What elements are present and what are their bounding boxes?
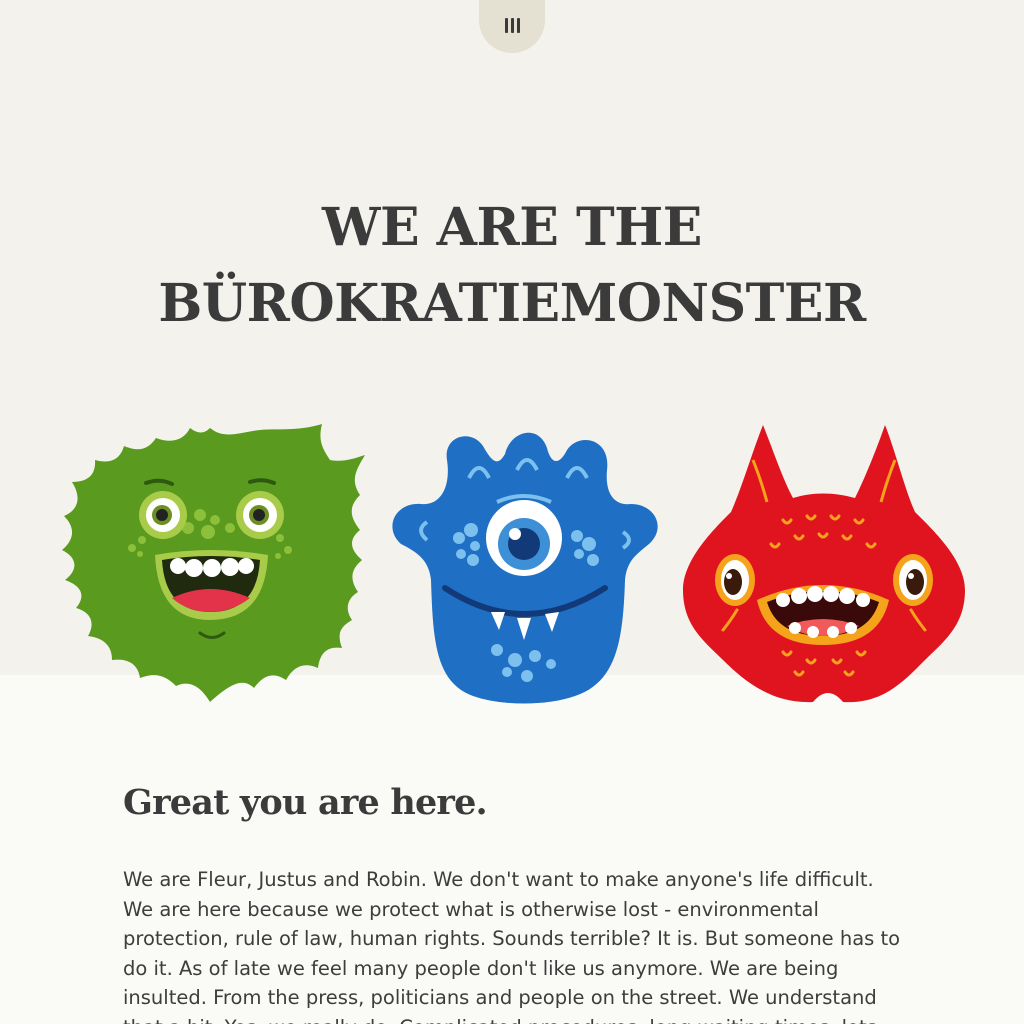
intro-paragraph: We are Fleur, Justus and Robin. We don't… bbox=[123, 868, 901, 1024]
menu-bars-icon bbox=[504, 18, 520, 33]
blue-monster-icon bbox=[392, 432, 658, 704]
green-monster-icon bbox=[62, 424, 365, 702]
intro-section: Great you are here. We are Fleur, Justus… bbox=[123, 775, 903, 1024]
monster-illustrations bbox=[0, 415, 1024, 705]
intro-heading: Great you are here. bbox=[123, 782, 488, 823]
hero-title-line-1: WE ARE THE bbox=[322, 197, 702, 258]
hero-title: WE ARE THE BÜROKRATIEMONSTER bbox=[0, 190, 1024, 342]
hero-title-line-2: BÜROKRATIEMONSTER bbox=[158, 273, 866, 334]
red-monster-icon bbox=[683, 425, 965, 703]
